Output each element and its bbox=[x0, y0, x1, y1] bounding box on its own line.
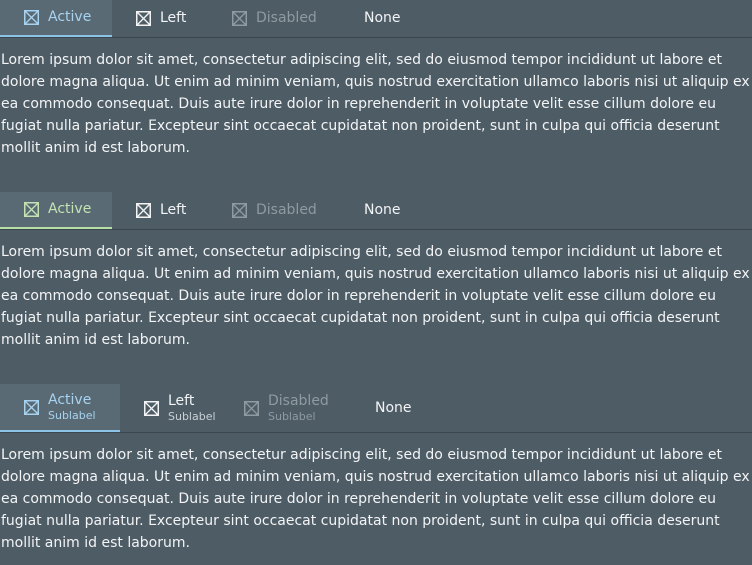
tab-sublabel: Sublabel bbox=[48, 409, 96, 422]
checkbox-x-icon bbox=[232, 203, 247, 218]
checkbox-x-icon bbox=[136, 11, 151, 26]
tab-section-1: Active Left Disabled None Lorem ipsum do… bbox=[0, 0, 752, 159]
tab-label: Left bbox=[160, 10, 187, 26]
tab-label: Active bbox=[48, 201, 92, 217]
tab-label: Active bbox=[48, 392, 92, 408]
tab-disabled: Disabled bbox=[232, 192, 364, 229]
tab-label: Left bbox=[168, 393, 195, 409]
tab-active[interactable]: Active bbox=[0, 192, 112, 229]
tab-active[interactable]: Active Sublabel bbox=[0, 384, 120, 432]
tab-none[interactable]: None bbox=[375, 384, 475, 432]
tab-section-2: Active Left Disabled None Lorem ipsum do… bbox=[0, 192, 752, 351]
tab-label: Disabled bbox=[256, 10, 317, 26]
tab-left[interactable]: Left Sublabel bbox=[120, 384, 244, 432]
tab-disabled: Disabled bbox=[232, 0, 364, 37]
tab-none[interactable]: None bbox=[364, 192, 464, 229]
tab-active[interactable]: Active bbox=[0, 0, 112, 37]
tab-bar: Active Sublabel Left Sublabel Disabled S… bbox=[0, 384, 752, 433]
tab-content-text: Lorem ipsum dolor sit amet, consectetur … bbox=[1, 244, 750, 348]
tab-label: Active bbox=[48, 9, 92, 25]
tab-section-3: Active Sublabel Left Sublabel Disabled S… bbox=[0, 384, 752, 554]
tab-label: None bbox=[364, 202, 401, 218]
tab-content-text: Lorem ipsum dolor sit amet, consectetur … bbox=[1, 447, 750, 551]
tab-label: Disabled bbox=[256, 202, 317, 218]
checkbox-x-icon bbox=[24, 202, 39, 217]
tab-sublabel: Sublabel bbox=[168, 410, 216, 423]
checkbox-x-icon bbox=[144, 400, 159, 416]
checkbox-x-icon bbox=[24, 10, 39, 25]
tab-bar: Active Left Disabled None bbox=[0, 192, 752, 230]
tab-text: Active Sublabel bbox=[48, 392, 96, 422]
tab-label: None bbox=[375, 399, 412, 416]
tab-left[interactable]: Left bbox=[112, 0, 232, 37]
tab-label: None bbox=[364, 10, 401, 26]
tab-label: Left bbox=[160, 202, 187, 218]
tab-left[interactable]: Left bbox=[112, 192, 232, 229]
tab-bar: Active Left Disabled None bbox=[0, 0, 752, 38]
checkbox-x-icon bbox=[24, 399, 39, 415]
tab-label: Disabled bbox=[268, 393, 329, 409]
tab-text: Left Sublabel bbox=[168, 393, 216, 423]
tab-disabled: Disabled Sublabel bbox=[244, 384, 375, 432]
checkbox-x-icon bbox=[232, 11, 247, 26]
tab-none[interactable]: None bbox=[364, 0, 464, 37]
checkbox-x-icon bbox=[136, 203, 151, 218]
tab-content-text: Lorem ipsum dolor sit amet, consectetur … bbox=[1, 52, 750, 156]
checkbox-x-icon bbox=[244, 400, 259, 416]
tab-sublabel: Sublabel bbox=[268, 410, 316, 423]
tab-text: Disabled Sublabel bbox=[268, 393, 329, 423]
